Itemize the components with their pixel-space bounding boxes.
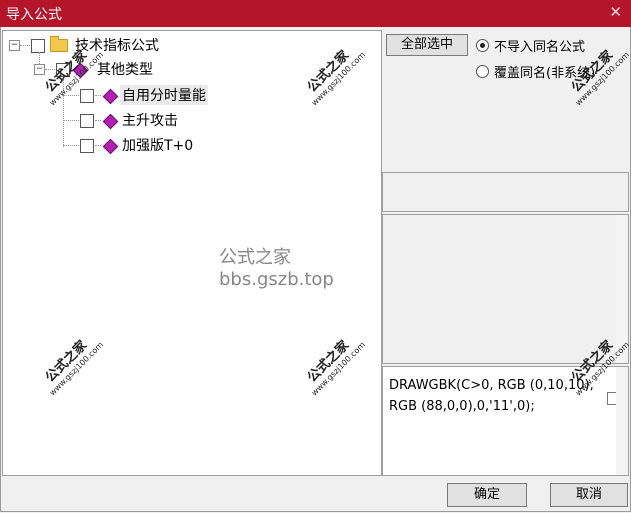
item-checkbox[interactable]	[80, 89, 94, 103]
title-bar: 导入公式 ✕	[0, 0, 631, 27]
gem-icon	[102, 113, 119, 130]
radio-button[interactable]	[476, 39, 489, 52]
gem-icon	[102, 138, 119, 155]
gem-icon	[102, 88, 119, 105]
window-title: 导入公式	[6, 7, 62, 23]
tree-line	[95, 145, 101, 146]
close-icon[interactable]: ✕	[609, 3, 622, 21]
tree-item-label[interactable]: 加强版T+0	[122, 135, 193, 155]
root-expander[interactable]: −	[9, 40, 20, 51]
item-checkbox[interactable]	[80, 114, 94, 128]
tree-item-label[interactable]: 自用分时量能	[120, 85, 208, 105]
radio-no-import-label[interactable]: 不导入同名公式	[494, 36, 585, 55]
group-expander[interactable]: −	[34, 64, 45, 75]
tree-item-label[interactable]: 主升攻击	[122, 110, 178, 130]
select-all-button[interactable]: 全部选中	[386, 34, 468, 56]
item-checkbox[interactable]	[80, 139, 94, 153]
tree-line	[39, 52, 40, 64]
cancel-button[interactable]: 取消	[550, 483, 628, 507]
tree-line	[63, 145, 79, 146]
folder-icon	[50, 36, 68, 52]
ok-button[interactable]: 确定	[447, 483, 527, 507]
formula-code-text: DRAWGBK(C>0, RGB (0,10,10),RGB (88,0,0),…	[389, 378, 594, 414]
tree-line	[95, 95, 101, 96]
tree-group-label[interactable]: 其他类型	[97, 59, 153, 79]
tree-line	[20, 45, 30, 46]
scrollbar[interactable]	[616, 367, 628, 475]
root-checkbox[interactable]	[31, 39, 45, 53]
tree-line	[63, 120, 79, 121]
info-field	[382, 172, 629, 212]
radio-button[interactable]	[476, 65, 489, 78]
tree-line	[95, 120, 101, 121]
description-panel	[382, 214, 629, 364]
watermark-center: 公式之家 bbs.gszb.top	[219, 247, 334, 290]
